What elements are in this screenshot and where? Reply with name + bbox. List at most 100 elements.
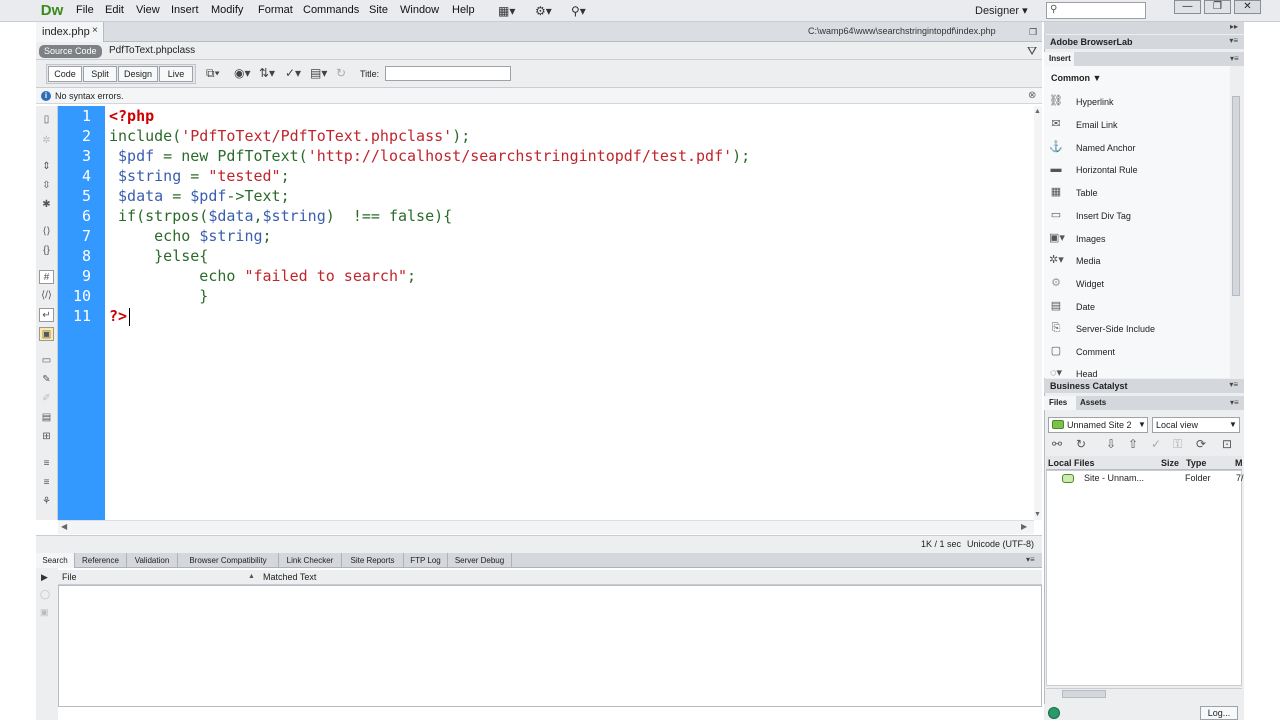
syntax-coloring-icon[interactable]: ▣ [39, 327, 54, 341]
panel-menu-icon[interactable]: ▾≡ [1229, 36, 1238, 45]
refresh-icon[interactable]: ↻ [1076, 437, 1086, 451]
refresh-icon[interactable]: ↻ [336, 66, 346, 80]
insert-named-anchor[interactable]: Named Anchor [1076, 143, 1136, 153]
code-line-1[interactable]: <?php [109, 106, 154, 126]
apply-comment-icon[interactable]: ▭ [39, 354, 54, 368]
menu-window[interactable]: Window [400, 4, 439, 16]
help-search-input[interactable]: ⚲ [1046, 2, 1146, 19]
files-list[interactable] [1046, 470, 1242, 686]
play-icon[interactable]: ▶ [41, 572, 48, 583]
code-line-11[interactable]: ?> [109, 306, 127, 326]
browserlab-panel-header[interactable]: Adobe BrowserLab ▾≡ [1044, 35, 1244, 49]
expand-all-icon[interactable]: ✱ [39, 198, 54, 212]
panel-menu-icon[interactable]: ▾≡ [1230, 398, 1239, 407]
log-button[interactable]: Log... [1200, 706, 1238, 720]
site-root-row[interactable]: Site - Unnam... [1084, 473, 1144, 483]
select-parent-tag-icon[interactable]: ⟨⟩ [39, 225, 54, 239]
column-file[interactable]: File [62, 572, 77, 582]
insert-server-side-include[interactable]: Server-Side Include [1076, 324, 1155, 334]
sync-icon[interactable]: ⟳ [1196, 437, 1206, 451]
code-line-6[interactable]: if(strpos($data,$string) !== false){ [109, 206, 452, 226]
site-icon[interactable]: ⚲▾ [571, 4, 586, 18]
show-code-navigator-icon[interactable]: ✲ [39, 134, 54, 148]
w3c-validation-icon[interactable]: ✓▾ [285, 66, 301, 80]
remove-comment-icon[interactable]: ✎ [39, 373, 54, 387]
preview-browser-icon[interactable]: ◉▾ [234, 66, 251, 80]
code-line-5[interactable]: $data = $pdf->Text; [109, 186, 290, 206]
scrollbar-thumb[interactable] [1232, 96, 1240, 296]
code-line-7[interactable]: echo $string; [109, 226, 271, 246]
collapse-panels-icon[interactable]: ▸▸ [1230, 22, 1238, 31]
expand-icon[interactable]: ⊡ [1222, 437, 1232, 451]
tab-server-debug[interactable]: Server Debug [448, 553, 512, 568]
insert-media[interactable]: Media [1076, 256, 1101, 266]
insert-widget[interactable]: Widget [1076, 279, 1104, 289]
live-view-button[interactable]: Live [159, 66, 193, 82]
scrollbar-thumb[interactable] [1062, 690, 1106, 698]
insert-images[interactable]: Images [1076, 234, 1106, 244]
minimize-button[interactable]: — [1174, 0, 1201, 14]
collapse-selection-icon[interactable]: ⇳ [39, 179, 54, 193]
column-type[interactable]: Type [1186, 458, 1206, 468]
code-view-button[interactable]: Code [48, 66, 82, 82]
source-code-button[interactable]: Source Code [39, 45, 102, 58]
menu-format[interactable]: Format [258, 4, 293, 16]
menu-file[interactable]: File [76, 4, 94, 16]
tab-browser-compatibility[interactable]: Browser Compatibility [178, 553, 279, 568]
extend-gear-icon[interactable]: ⚙▾ [535, 4, 552, 18]
tab-assets[interactable]: Assets [1078, 396, 1106, 410]
code-line-8[interactable]: }else{ [109, 246, 208, 266]
page-title-input[interactable] [385, 66, 511, 81]
column-matched-text[interactable]: Matched Text [263, 572, 316, 582]
menu-commands[interactable]: Commands [303, 4, 359, 16]
editor-vertical-scrollbar[interactable]: ▲ ▼ [1034, 106, 1042, 520]
check-in-icon[interactable]: ⚿ [1173, 437, 1182, 452]
tab-ftp-log[interactable]: FTP Log [404, 553, 448, 568]
open-documents-icon[interactable]: ▯ [39, 113, 54, 127]
insert-hyperlink[interactable]: Hyperlink [1076, 97, 1114, 107]
balance-braces-icon[interactable]: {} [39, 244, 54, 258]
insert-date[interactable]: Date [1076, 302, 1095, 312]
highlight-invalid-code-icon[interactable]: ⟨/⟩ [39, 289, 54, 303]
menu-view[interactable]: View [136, 4, 160, 16]
menu-help[interactable]: Help [452, 4, 475, 16]
info-close-icon[interactable]: ⊗ [1028, 90, 1036, 101]
insert-head[interactable]: Head [1076, 369, 1098, 379]
check-out-icon[interactable]: ✓ [1151, 437, 1161, 451]
file-management-icon[interactable]: ⇅▾ [259, 66, 275, 80]
tab-site-reports[interactable]: Site Reports [342, 553, 404, 568]
stop-icon[interactable]: ◯ [40, 589, 50, 600]
insert-table[interactable]: Table [1076, 188, 1098, 198]
close-button[interactable]: ✕ [1234, 0, 1261, 14]
design-view-button[interactable]: Design [118, 66, 158, 82]
recent-snippets-icon[interactable]: ▤ [39, 411, 54, 425]
code-line-3[interactable]: $pdf = new PdfToText('http://localhost/s… [109, 146, 750, 166]
code-line-10[interactable]: } [109, 286, 208, 306]
scroll-right-icon[interactable]: ▶ [1021, 522, 1027, 531]
tab-close-icon[interactable]: × [92, 25, 98, 36]
workspace-switcher[interactable]: Designer ▾ [975, 4, 1028, 17]
code-line-4[interactable]: $string = "tested"; [109, 166, 290, 186]
business-catalyst-panel-header[interactable]: Business Catalyst ▾≡ [1044, 379, 1244, 393]
column-size[interactable]: Size [1161, 458, 1179, 468]
panel-menu-icon[interactable]: ▾≡ [1230, 54, 1239, 63]
tab-validation[interactable]: Validation [127, 553, 178, 568]
restore-doc-icon[interactable]: ❐ [1029, 27, 1037, 38]
menu-site[interactable]: Site [369, 4, 388, 16]
panel-menu-icon[interactable]: ▾≡ [1229, 380, 1238, 389]
line-numbers-icon[interactable]: # [39, 270, 54, 284]
tab-search[interactable]: Search [36, 553, 75, 568]
code-line-2[interactable]: include('PdfToText/PdfToText.phpclass'); [109, 126, 470, 146]
panel-menu-icon[interactable]: ▾≡ [1026, 555, 1035, 564]
connect-icon[interactable]: ⚯ [1052, 437, 1062, 451]
split-view-button[interactable]: Split [83, 66, 117, 82]
maximize-button[interactable]: ❐ [1204, 0, 1231, 14]
tab-files[interactable]: Files [1044, 396, 1076, 410]
save-report-icon[interactable]: ▣ [40, 607, 49, 618]
tab-link-checker[interactable]: Link Checker [279, 553, 342, 568]
menu-insert[interactable]: Insert [171, 4, 199, 16]
code-line-9[interactable]: echo "failed to search"; [109, 266, 416, 286]
filter-icon[interactable]: ⛛ [1027, 44, 1037, 59]
multiscreen-icon[interactable]: ⧉▾ [206, 66, 220, 81]
collapse-tag-icon[interactable]: ⇕ [39, 160, 54, 174]
